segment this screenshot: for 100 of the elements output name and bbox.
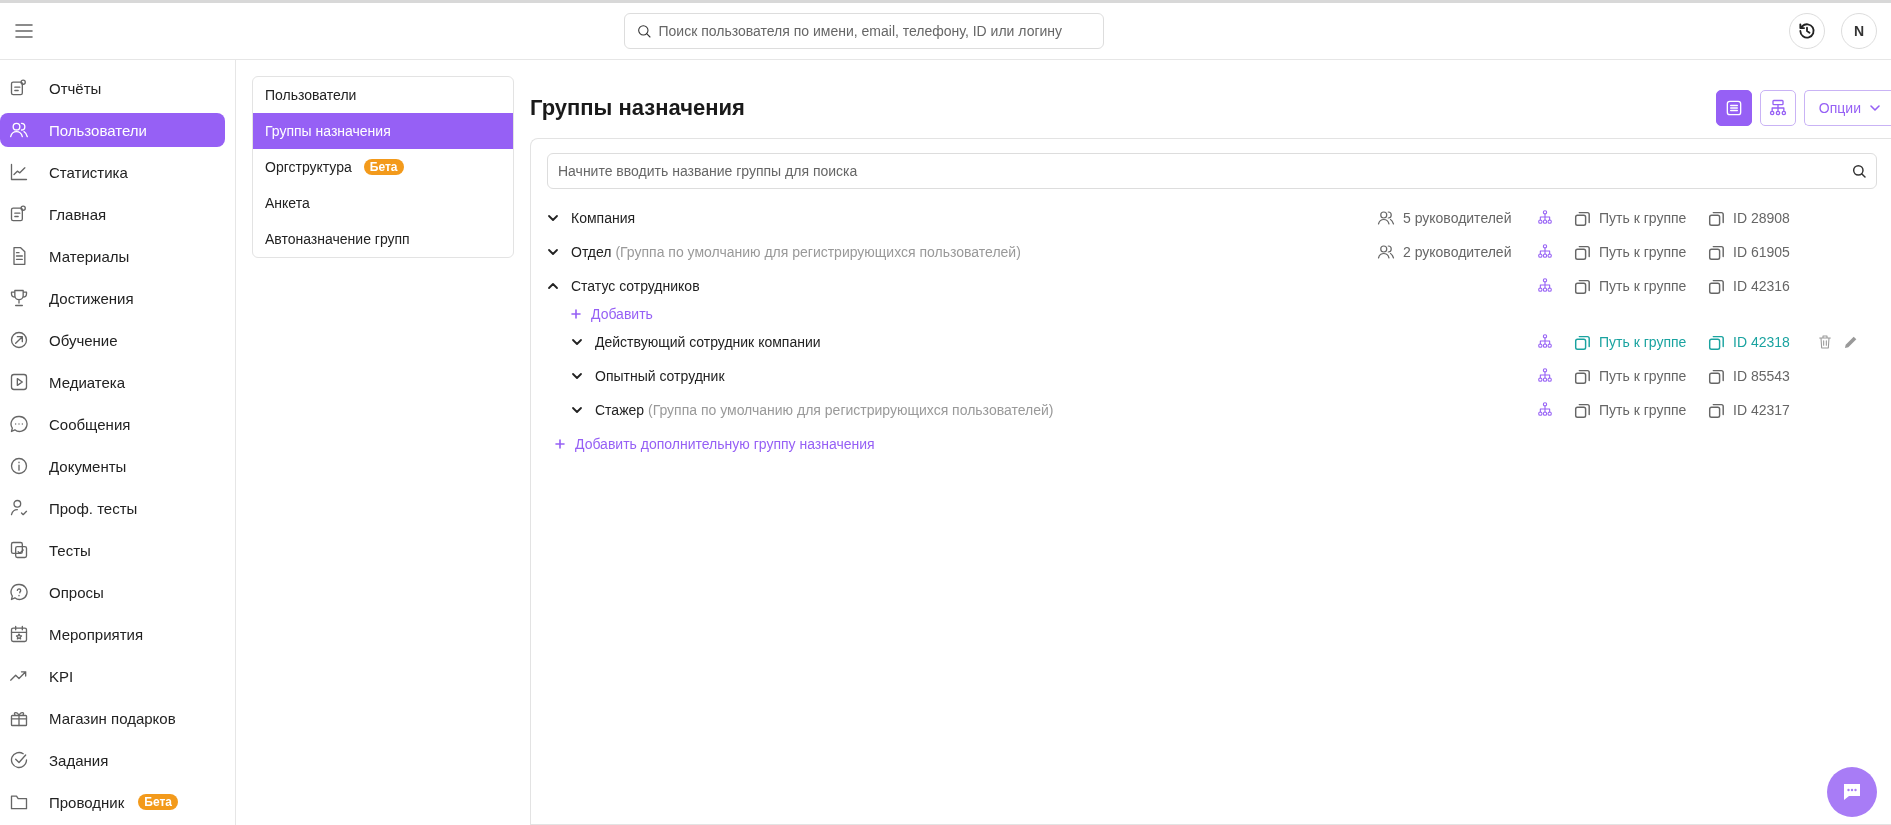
arrow-circle-icon — [9, 330, 29, 350]
chevron-icon[interactable] — [547, 246, 559, 258]
sidebar-item[interactable]: Магазин подарков — [0, 701, 225, 735]
sidebar-item[interactable]: Материалы — [0, 239, 225, 273]
copy-icon[interactable] — [1707, 401, 1725, 419]
sidebar-item[interactable]: Проводник Бета — [0, 785, 225, 819]
user-check-icon — [9, 498, 29, 518]
subnav-item[interactable]: Группы назначения — [253, 113, 513, 149]
sidebar-item[interactable]: Мероприятия — [0, 617, 225, 651]
managers-count[interactable]: 2 руководителей — [1403, 244, 1512, 260]
sidebar-item[interactable]: Тесты — [0, 533, 225, 567]
group-name[interactable]: Компания — [571, 210, 636, 226]
managers-count[interactable]: 5 руководителей — [1403, 210, 1512, 226]
sidebar-item[interactable]: KPI — [0, 659, 225, 693]
copy-icon[interactable] — [1707, 209, 1725, 227]
sidebar-item[interactable]: Отчёты — [0, 71, 225, 105]
tree-view-button[interactable] — [1759, 90, 1796, 126]
pencil-icon[interactable] — [1843, 334, 1859, 350]
org-structure-icon[interactable] — [1537, 366, 1553, 383]
sidebar-item[interactable]: Статистика — [0, 155, 225, 189]
copy-icon[interactable] — [1573, 333, 1591, 351]
group-name[interactable]: Стажер (Группа по умолчанию для регистрирующихся пользователей) — [595, 402, 1054, 418]
group-id[interactable]: ID 42317 — [1733, 402, 1790, 418]
users-icon — [9, 120, 29, 140]
group-path-link[interactable]: Путь к группе — [1599, 244, 1687, 260]
chevron-icon[interactable] — [547, 212, 559, 224]
copy-icon[interactable] — [1573, 367, 1591, 385]
group-id[interactable]: ID 28908 — [1733, 210, 1790, 226]
group-path-link[interactable]: Путь к группе — [1599, 278, 1687, 294]
sidebar-item[interactable]: Медиатека — [0, 365, 225, 399]
report-icon — [9, 204, 29, 224]
calendar-icon — [9, 624, 29, 644]
sidebar-item[interactable]: Обучение — [0, 323, 225, 357]
copy-icon[interactable] — [1707, 243, 1725, 261]
question-chat-icon — [9, 582, 29, 602]
copy-icon[interactable] — [1707, 277, 1725, 295]
add-group-link[interactable]: Добавить дополнительную группу назначения — [575, 436, 875, 452]
check-circle-icon — [9, 750, 29, 770]
org-structure-icon[interactable] — [1537, 400, 1553, 417]
group-name[interactable]: Опытный сотрудник — [595, 368, 725, 384]
group-path-link[interactable]: Путь к группе — [1599, 368, 1687, 384]
chevron-icon[interactable] — [571, 336, 583, 348]
beta-badge: Бета — [138, 794, 178, 810]
history-button[interactable] — [1789, 13, 1825, 49]
group-id[interactable]: ID 85543 — [1733, 368, 1790, 384]
copy-icon[interactable] — [1573, 209, 1591, 227]
chevron-icon[interactable] — [547, 280, 559, 292]
copy-icon[interactable] — [1573, 243, 1591, 261]
group-name[interactable]: Отдел (Группа по умолчанию для регистрирующихся пользователей) — [571, 244, 1021, 260]
play-icon — [9, 372, 29, 392]
group-name[interactable]: Статус сотрудников — [571, 278, 700, 294]
group-name[interactable]: Действующий сотрудник компании — [595, 334, 821, 350]
chat-button[interactable] — [1827, 767, 1877, 817]
sidebar-item[interactable]: Проф. тесты — [0, 491, 225, 525]
group-id[interactable]: ID 42316 — [1733, 278, 1790, 294]
info-icon — [9, 456, 29, 476]
user-search-field[interactable]: Поиск пользователя по имени, email, телефону, ID или логину — [623, 13, 1104, 49]
plus-icon[interactable] — [555, 439, 565, 449]
org-structure-icon[interactable] — [1537, 276, 1553, 293]
chevron-icon[interactable] — [571, 370, 583, 382]
sidebar-item[interactable]: Документы — [0, 449, 225, 483]
options-button[interactable]: Опции — [1803, 90, 1891, 126]
checklist-icon — [9, 540, 29, 560]
search-icon — [635, 23, 652, 39]
sidebar-item[interactable]: Главная — [0, 197, 225, 231]
group-id[interactable]: ID 61905 — [1733, 244, 1790, 260]
sidebar-item[interactable]: Задания — [0, 743, 225, 777]
group-search-field[interactable]: Начните вводить название группы для поиска — [547, 153, 1877, 189]
menu-icon[interactable] — [14, 21, 34, 41]
line-chart-icon — [9, 162, 29, 182]
subnav-item[interactable]: Анкета — [253, 185, 513, 221]
copy-icon[interactable] — [1573, 277, 1591, 295]
sidebar-item[interactable]: Опросы — [0, 575, 225, 609]
org-structure-icon[interactable] — [1537, 208, 1553, 225]
chat-icon — [9, 414, 29, 434]
history-icon — [1797, 21, 1817, 41]
page-title: Группы назначения — [530, 95, 746, 121]
subnav-item[interactable]: Оргструктура Бета — [253, 149, 513, 185]
group-path-link[interactable]: Путь к группе — [1599, 210, 1687, 226]
org-structure-icon[interactable] — [1537, 332, 1553, 349]
copy-icon[interactable] — [1573, 401, 1591, 419]
sidebar-item[interactable]: Пользователи — [0, 113, 225, 147]
chevron-icon — [1869, 102, 1881, 114]
tree-icon — [1767, 98, 1788, 118]
org-structure-icon[interactable] — [1537, 242, 1553, 259]
copy-icon[interactable] — [1707, 333, 1725, 351]
subnav-item[interactable]: Пользователи — [253, 77, 513, 113]
user-avatar[interactable]: N — [1841, 13, 1877, 49]
group-path-link[interactable]: Путь к группе — [1599, 402, 1687, 418]
subnav-item[interactable]: Автоназначение групп — [253, 221, 513, 257]
add-subgroup-link[interactable]: Добавить — [591, 306, 653, 322]
sidebar-item[interactable]: Сообщения — [0, 407, 225, 441]
search-icon[interactable] — [1851, 163, 1867, 179]
list-view-button[interactable] — [1715, 90, 1752, 126]
copy-icon[interactable] — [1707, 367, 1725, 385]
users-icon — [1377, 209, 1395, 227]
plus-icon[interactable] — [571, 309, 581, 319]
trash-icon[interactable] — [1817, 334, 1833, 350]
chevron-icon[interactable] — [571, 404, 583, 416]
sidebar-item[interactable]: Достижения — [0, 281, 225, 315]
